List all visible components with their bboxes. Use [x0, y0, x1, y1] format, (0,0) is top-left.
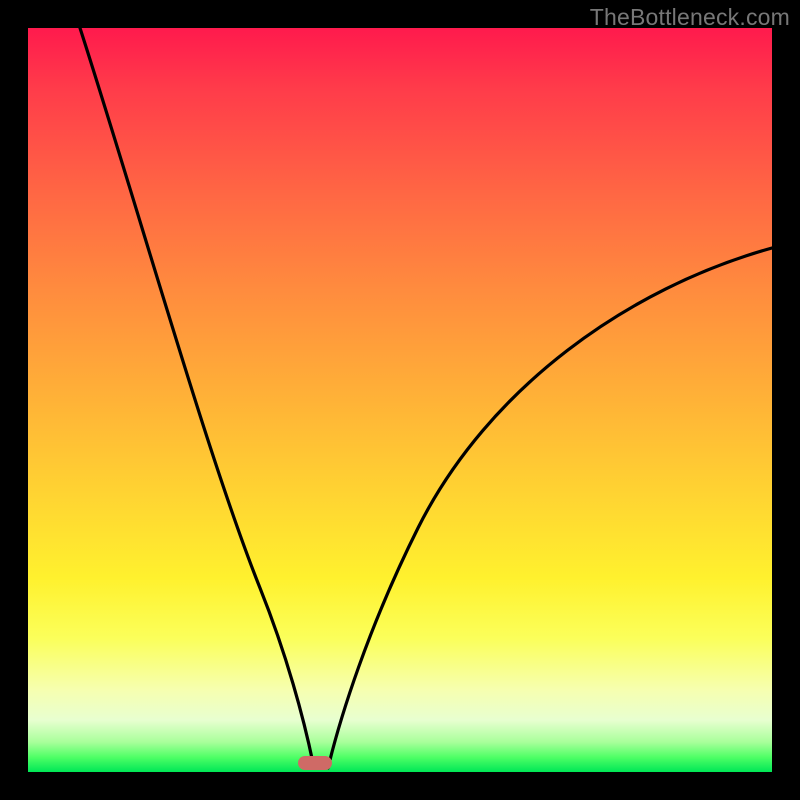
watermark-text: TheBottleneck.com: [590, 4, 790, 31]
chart-frame: TheBottleneck.com: [0, 0, 800, 800]
curve-right-branch: [328, 248, 772, 768]
curve-left-branch: [80, 28, 314, 768]
bottleneck-marker: [298, 756, 332, 770]
bottleneck-curve: [28, 28, 772, 772]
plot-area: [28, 28, 772, 772]
